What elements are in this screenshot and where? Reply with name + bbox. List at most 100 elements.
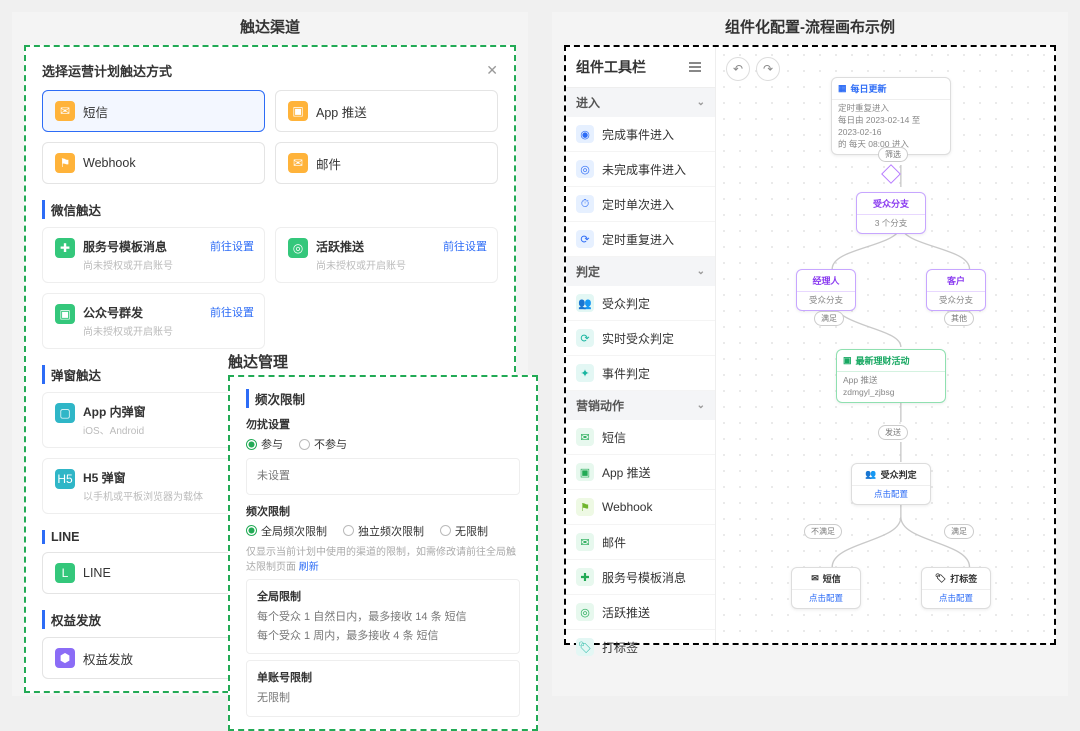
active-push-icon: ◎ bbox=[288, 238, 308, 258]
node-branch-manager[interactable]: 经理人 受众分支 bbox=[796, 269, 856, 311]
j2-label: 实时受众判定 bbox=[602, 330, 674, 347]
wechat-broadcast[interactable]: ▣ 公众号群发 尚未授权或开启账号 前往设置 bbox=[42, 293, 265, 349]
radio-off-icon2 bbox=[343, 525, 354, 536]
radio-indep-label: 独立频次限制 bbox=[358, 523, 424, 539]
wx1-link[interactable]: 前往设置 bbox=[210, 238, 254, 254]
n8-title: 打标签 bbox=[950, 572, 977, 585]
channel-app-push-label: App 推送 bbox=[316, 102, 367, 121]
rule1-l2: 每个受众 1 周内，最多接收 4 条 短信 bbox=[257, 627, 509, 646]
equity-icon: ⬢ bbox=[55, 648, 75, 668]
pp3-title: H5 弹窗 bbox=[83, 469, 203, 486]
a4-label: 邮件 bbox=[602, 534, 626, 551]
radio-join[interactable]: 参与 bbox=[246, 436, 283, 452]
n1-l1: 定时重复进入 bbox=[838, 103, 944, 115]
e4-label: 定时重复进入 bbox=[602, 231, 674, 248]
chevron-down-icon3: ⌄ bbox=[697, 400, 705, 411]
item-e3[interactable]: ⏱定时单次进入 bbox=[566, 187, 715, 222]
item-a2[interactable]: ▣App 推送 bbox=[566, 455, 715, 490]
item-a3[interactable]: ⚑Webhook bbox=[566, 490, 715, 525]
chevron-down-icon: ⌄ bbox=[697, 97, 705, 108]
group-enter-label: 进入 bbox=[576, 94, 600, 111]
flow-canvas[interactable]: ↶ ↷ bbox=[716, 47, 1054, 643]
group-judge[interactable]: 判定⌄ bbox=[566, 257, 715, 286]
mail-icon: ✉ bbox=[288, 153, 308, 173]
radio-off-icon bbox=[299, 439, 310, 450]
enter-not-done-icon: ◎ bbox=[576, 160, 594, 178]
pp1-title: App 内弹窗 bbox=[83, 403, 146, 420]
item-a5[interactable]: ✚服务号模板消息 bbox=[566, 560, 715, 595]
radio-global[interactable]: 全局频次限制 bbox=[246, 523, 327, 539]
channel-mail[interactable]: ✉ 邮件 bbox=[275, 142, 498, 184]
node-action-push[interactable]: ▣最新理财活动 App 推送 zdmgyl_zjbsg bbox=[836, 349, 946, 403]
mail-icon2: ✉ bbox=[576, 533, 594, 551]
node-entry[interactable]: ▦每日更新 定时重复进入 每日由 2023-02-14 至 2023-02-16… bbox=[831, 77, 951, 155]
pill-yes: 满足 bbox=[944, 524, 974, 539]
n6-link[interactable]: 点击配置 bbox=[874, 489, 908, 499]
right-section-title: 组件化配置-流程画布示例 bbox=[552, 16, 1068, 37]
freq-tip-link[interactable]: 刷新 bbox=[299, 562, 319, 573]
node-tag[interactable]: 🏷打标签 点击配置 bbox=[921, 567, 991, 609]
radio-join-label: 参与 bbox=[261, 436, 283, 452]
rule2-title: 单账号限制 bbox=[257, 669, 509, 685]
item-j3[interactable]: ✦ 事件判定 bbox=[566, 356, 715, 391]
node-audience-judge[interactable]: 👥受众判定 点击配置 bbox=[851, 463, 931, 505]
j3-label: 事件判定 bbox=[602, 365, 650, 382]
node-branch[interactable]: 受众分支 3 个分支 bbox=[856, 192, 926, 234]
n5-l1: App 推送 bbox=[843, 375, 939, 387]
radio-indep[interactable]: 独立频次限制 bbox=[343, 523, 424, 539]
collapse-icon[interactable] bbox=[689, 60, 705, 74]
radio-not-join-label: 不参与 bbox=[314, 436, 347, 452]
n7-link[interactable]: 点击配置 bbox=[809, 593, 843, 603]
node-branch-customer[interactable]: 客户 受众分支 bbox=[926, 269, 986, 311]
wechat-template[interactable]: ✚ 服务号模板消息 尚未授权或开启账号 前往设置 bbox=[42, 227, 265, 283]
redo-button[interactable]: ↷ bbox=[756, 57, 780, 81]
wx3-title: 公众号群发 bbox=[83, 304, 173, 321]
channel-mail-label: 邮件 bbox=[316, 154, 341, 173]
wx2-link[interactable]: 前往设置 bbox=[443, 238, 487, 254]
policy-head: 勿扰设置 bbox=[246, 416, 520, 432]
channel-app-push[interactable]: ▣ App 推送 bbox=[275, 90, 498, 132]
n8-link[interactable]: 点击配置 bbox=[939, 593, 973, 603]
diamond-split[interactable] bbox=[881, 164, 901, 184]
item-a1[interactable]: ✉短信 bbox=[566, 420, 715, 455]
item-e1[interactable]: ◉完成事件进入 bbox=[566, 117, 715, 152]
group-action-label: 营销动作 bbox=[576, 397, 624, 414]
right-half: 组件化配置-流程画布示例 组件工具栏 进入⌄ ◉完成事件进入 ◎未完成事件进入 … bbox=[552, 12, 1068, 696]
e3-label: 定时单次进入 bbox=[602, 196, 674, 213]
item-a4[interactable]: ✉ 邮件 bbox=[566, 525, 715, 560]
toolbar-title: 组件工具栏 bbox=[576, 57, 646, 77]
wx3-link[interactable]: 前往设置 bbox=[210, 304, 254, 320]
frequency-panel-wrap: 触达管理 频次限制 勿扰设置 参与 不参与 未设置 频次限制 全局频次限制 独立… bbox=[228, 375, 538, 731]
a2-label: App 推送 bbox=[602, 464, 651, 481]
item-j2[interactable]: ⟳实时受众判定 bbox=[566, 321, 715, 356]
group-enter[interactable]: 进入 ⌄ bbox=[566, 88, 715, 117]
n2-sub: 3 个分支 bbox=[857, 215, 925, 233]
active-push-icon2: ◎ bbox=[576, 603, 594, 621]
group-action[interactable]: 营销动作 ⌄ bbox=[566, 391, 715, 420]
item-e4[interactable]: ⟳定时重复进入 bbox=[566, 222, 715, 257]
frequency-panel: 频次限制 勿扰设置 参与 不参与 未设置 频次限制 全局频次限制 独立频次限制 … bbox=[228, 375, 538, 731]
radio-none[interactable]: 无限制 bbox=[440, 523, 488, 539]
wechat-active-push[interactable]: ◎ 活跃推送 尚未授权或开启账号 前往设置 bbox=[275, 227, 498, 283]
close-icon[interactable]: ✕ bbox=[486, 62, 498, 79]
event-judge-icon: ✦ bbox=[576, 364, 594, 382]
radio-on-icon bbox=[246, 439, 257, 450]
undo-button[interactable]: ↶ bbox=[726, 57, 750, 81]
n1-title: 每日更新 bbox=[851, 82, 887, 95]
item-j1[interactable]: 👥受众判定 bbox=[566, 286, 715, 321]
item-a7[interactable]: 🏷打标签 bbox=[566, 630, 715, 665]
line-icon: L bbox=[55, 563, 75, 583]
wx1-sub: 尚未授权或开启账号 bbox=[83, 257, 173, 272]
node-sms[interactable]: ✉短信 点击配置 bbox=[791, 567, 861, 609]
n3-sub: 受众分支 bbox=[797, 292, 855, 310]
item-a6[interactable]: ◎活跃推送 bbox=[566, 595, 715, 630]
audience-icon2: 👥 bbox=[865, 469, 876, 480]
tag-icon: 🏷 bbox=[576, 638, 594, 656]
radio-not-join[interactable]: 不参与 bbox=[299, 436, 347, 452]
line-label: LINE bbox=[83, 566, 111, 580]
item-e2[interactable]: ◎未完成事件进入 bbox=[566, 152, 715, 187]
channel-webhook[interactable]: ⚑ Webhook bbox=[42, 142, 265, 184]
wx2-sub: 尚未授权或开启账号 bbox=[316, 257, 406, 272]
channel-sms[interactable]: ✉ 短信 bbox=[42, 90, 265, 132]
policy-value: 未设置 bbox=[257, 467, 509, 486]
